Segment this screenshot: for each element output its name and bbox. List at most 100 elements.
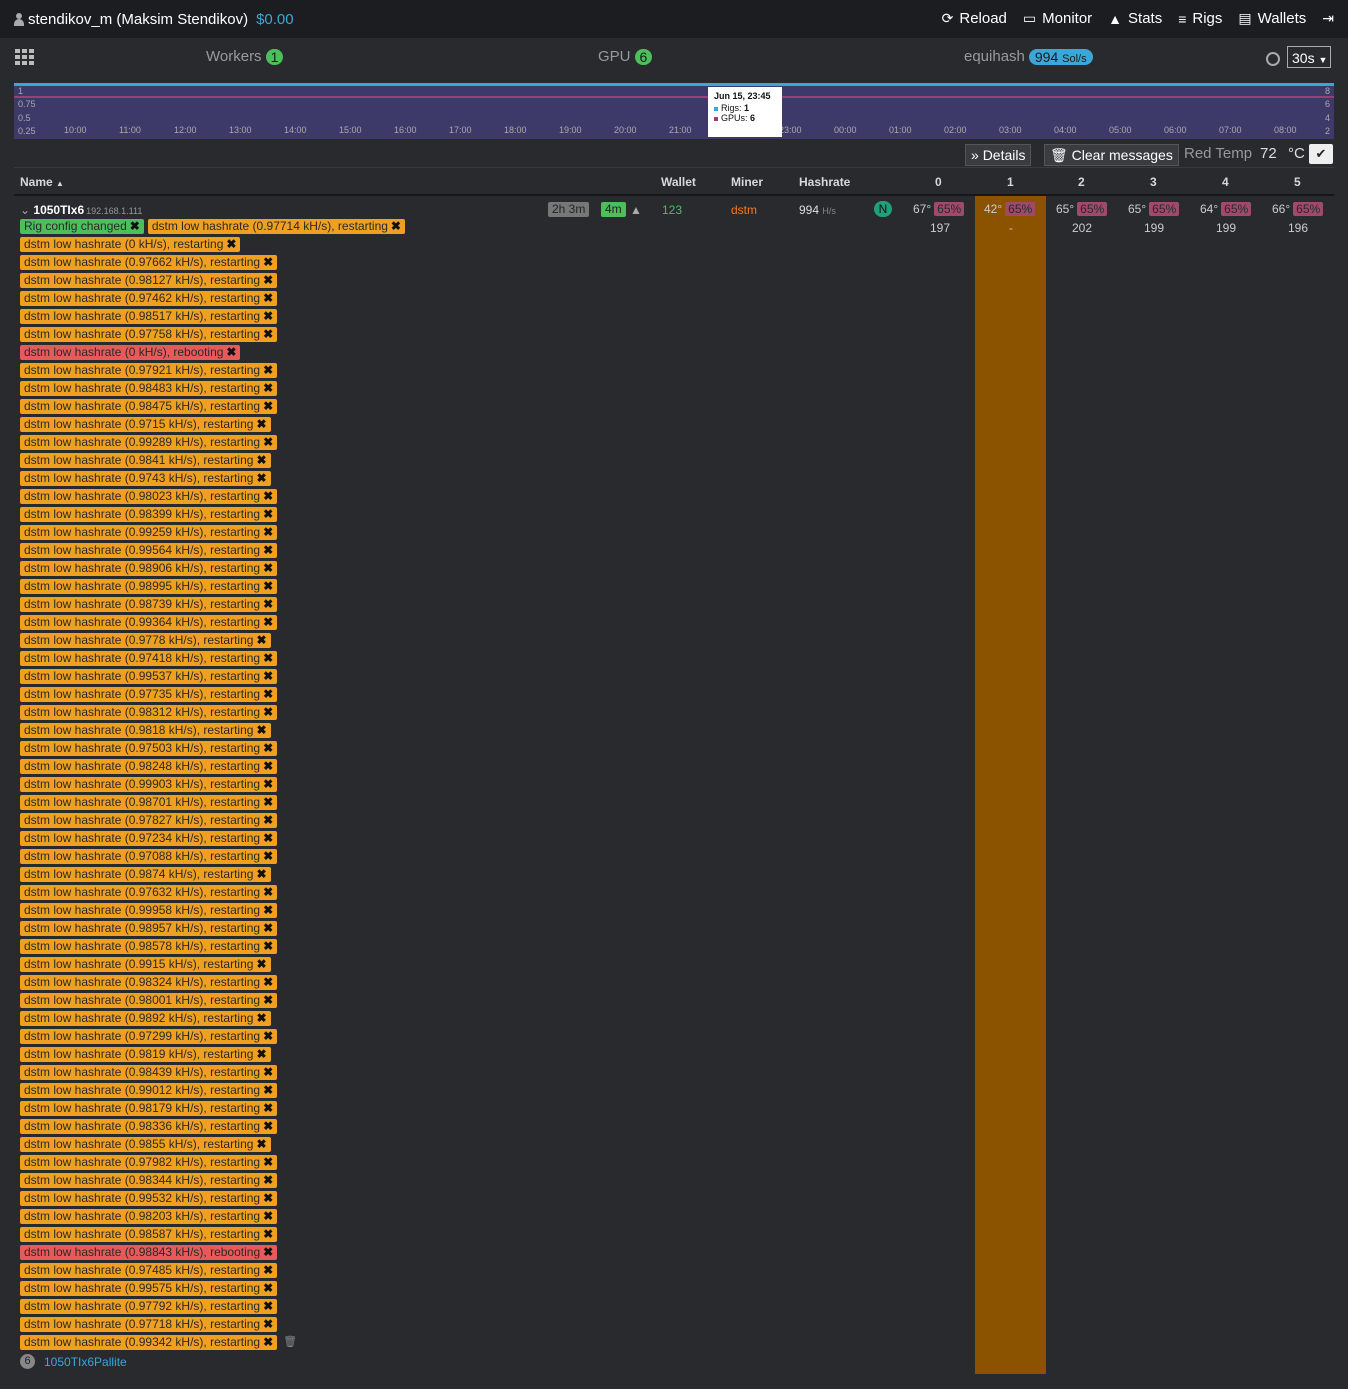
dismiss-icon[interactable]: ✖ <box>263 543 273 557</box>
message-row: dstm low hashrate (0.98906 kH/s), restar… <box>20 561 580 579</box>
dismiss-icon[interactable]: ✖ <box>263 903 273 917</box>
grid-menu-icon[interactable] <box>15 49 36 67</box>
dismiss-icon[interactable]: ✖ <box>263 363 273 377</box>
dismiss-icon[interactable]: ✖ <box>263 741 273 755</box>
dismiss-icon[interactable]: ✖ <box>263 1173 273 1187</box>
interval-select[interactable]: 30s ▼ <box>1287 46 1331 68</box>
dismiss-icon[interactable]: ✖ <box>263 1191 273 1205</box>
dismiss-icon[interactable]: ✖ <box>256 1047 266 1061</box>
dismiss-icon[interactable]: ✖ <box>263 687 273 701</box>
graph-icon[interactable]: ▲ <box>630 203 642 217</box>
col-wallet-header[interactable]: Wallet <box>661 175 696 189</box>
message-row: dstm low hashrate (0.97921 kH/s), restar… <box>20 363 580 381</box>
logout-button[interactable]: ⇥ <box>1322 10 1334 27</box>
nav-stats[interactable]: ▲ Stats <box>1108 10 1162 27</box>
col-name-header[interactable]: Name ▲ <box>20 175 64 189</box>
rig-wallet[interactable]: 123 <box>662 203 682 217</box>
dismiss-icon[interactable]: ✖ <box>263 1029 273 1043</box>
dismiss-icon[interactable]: ✖ <box>263 795 273 809</box>
dismiss-icon[interactable]: ✖ <box>263 1335 273 1349</box>
dismiss-icon[interactable]: ✖ <box>263 1119 273 1133</box>
dismiss-icon[interactable]: ✖ <box>263 1245 273 1259</box>
dismiss-icon[interactable]: ✖ <box>263 885 273 899</box>
dismiss-icon[interactable]: ✖ <box>263 993 273 1007</box>
dismiss-icon[interactable]: ✖ <box>263 1299 273 1313</box>
dismiss-icon[interactable]: ✖ <box>256 471 266 485</box>
dismiss-icon[interactable]: ✖ <box>263 777 273 791</box>
chevron-down-icon[interactable]: ⌄ <box>20 203 30 217</box>
col-miner-header[interactable]: Miner <box>731 175 763 189</box>
message-row: dstm low hashrate (0.97418 kH/s), restar… <box>20 651 580 669</box>
dismiss-icon[interactable]: ✖ <box>226 237 236 251</box>
dismiss-icon[interactable]: ✖ <box>263 921 273 935</box>
dismiss-icon[interactable]: ✖ <box>263 309 273 323</box>
dismiss-icon[interactable]: ✖ <box>391 219 401 233</box>
clear-messages-button[interactable]: 🗑 Clear messages <box>1044 144 1179 166</box>
nav-reload[interactable]: ⟳ Reload <box>942 10 1007 27</box>
rig-chart[interactable]: 1 0.75 0.5 0.25 8 6 4 2 10:00 11:00 12:00 1… <box>14 83 1334 139</box>
dismiss-icon[interactable]: ✖ <box>263 507 273 521</box>
dismiss-icon[interactable]: ✖ <box>263 939 273 953</box>
x-tick: 16:00 <box>394 125 417 135</box>
dismiss-icon[interactable]: ✖ <box>256 1011 266 1025</box>
dismiss-icon[interactable]: ✖ <box>256 417 266 431</box>
dismiss-icon[interactable]: ✖ <box>263 669 273 683</box>
dismiss-icon[interactable]: ✖ <box>263 975 273 989</box>
dismiss-icon[interactable]: ✖ <box>263 381 273 395</box>
dismiss-icon[interactable]: ✖ <box>263 1281 273 1295</box>
rig-miner[interactable]: dstm <box>731 203 757 217</box>
dismiss-icon[interactable]: ✖ <box>263 705 273 719</box>
dismiss-icon[interactable]: ✖ <box>263 273 273 287</box>
dismiss-icon[interactable]: ✖ <box>256 1137 266 1151</box>
message-row: dstm low hashrate (0.98179 kH/s), restar… <box>20 1101 580 1119</box>
dismiss-icon[interactable]: ✖ <box>263 1101 273 1115</box>
dismiss-icon[interactable]: ✖ <box>263 291 273 305</box>
dismiss-icon[interactable]: ✖ <box>263 561 273 575</box>
message-badge: dstm low hashrate (0.97714 kH/s), restar… <box>147 219 405 234</box>
message-row: dstm low hashrate (0.98312 kH/s), restar… <box>20 705 580 723</box>
message-badge: dstm low hashrate (0.98483 kH/s), restar… <box>20 381 278 396</box>
dismiss-icon[interactable]: ✖ <box>263 489 273 503</box>
dismiss-icon[interactable]: ✖ <box>256 723 266 737</box>
dismiss-icon[interactable]: ✖ <box>263 327 273 341</box>
dismiss-icon[interactable]: ✖ <box>263 1155 273 1169</box>
rig-group-link[interactable]: 1050TIx6Pallite <box>44 1355 127 1369</box>
rig-name[interactable]: ⌄ 1050TIx6 192.168.1.111 <box>20 203 142 217</box>
dismiss-icon[interactable]: ✖ <box>263 597 273 611</box>
dismiss-icon[interactable]: ✖ <box>256 453 266 467</box>
dismiss-icon[interactable]: ✖ <box>263 831 273 845</box>
confirm-button[interactable]: ✔ <box>1309 144 1333 164</box>
dismiss-icon[interactable]: ✖ <box>263 1263 273 1277</box>
trash-icon[interactable]: 🗑 <box>283 1335 297 1353</box>
dismiss-icon[interactable]: ✖ <box>263 813 273 827</box>
dismiss-icon[interactable]: ✖ <box>263 1209 273 1223</box>
user-info[interactable]: stendikov_m (Maksim Stendikov) $0.00 <box>14 11 294 28</box>
dismiss-icon[interactable]: ✖ <box>263 759 273 773</box>
message-row: dstm low hashrate (0.98739 kH/s), restar… <box>20 597 580 615</box>
dismiss-icon[interactable]: ✖ <box>226 345 236 359</box>
dismiss-icon[interactable]: ✖ <box>263 435 273 449</box>
dismiss-icon[interactable]: ✖ <box>256 957 266 971</box>
dismiss-icon[interactable]: ✖ <box>263 399 273 413</box>
nav-rigs[interactable]: ≡ Rigs <box>1178 10 1222 27</box>
dismiss-icon[interactable]: ✖ <box>263 525 273 539</box>
col-gpu-header: 3 <box>1150 175 1157 189</box>
nav-wallets[interactable]: ▤ Wallets <box>1238 10 1306 27</box>
dismiss-icon[interactable]: ✖ <box>263 615 273 629</box>
dismiss-icon[interactable]: ✖ <box>263 255 273 269</box>
dismiss-icon[interactable]: ✖ <box>263 579 273 593</box>
dismiss-icon[interactable]: ✖ <box>256 867 266 881</box>
dismiss-icon[interactable]: ✖ <box>130 219 140 233</box>
dismiss-icon[interactable]: ✖ <box>256 633 266 647</box>
dismiss-icon[interactable]: ✖ <box>263 1317 273 1331</box>
col-hashrate-header[interactable]: Hashrate <box>799 175 850 189</box>
dismiss-icon[interactable]: ✖ <box>263 1083 273 1097</box>
dismiss-icon[interactable]: ✖ <box>263 1065 273 1079</box>
dismiss-icon[interactable]: ✖ <box>263 651 273 665</box>
nav-monitor[interactable]: ▭ Monitor <box>1023 10 1092 27</box>
dismiss-icon[interactable]: ✖ <box>263 1227 273 1241</box>
message-row: dstm low hashrate (0.9819 kH/s), restart… <box>20 1047 580 1065</box>
details-button[interactable]: » Details <box>965 144 1032 166</box>
dismiss-icon[interactable]: ✖ <box>263 849 273 863</box>
red-temp-input[interactable]: 72 <box>1260 145 1277 162</box>
